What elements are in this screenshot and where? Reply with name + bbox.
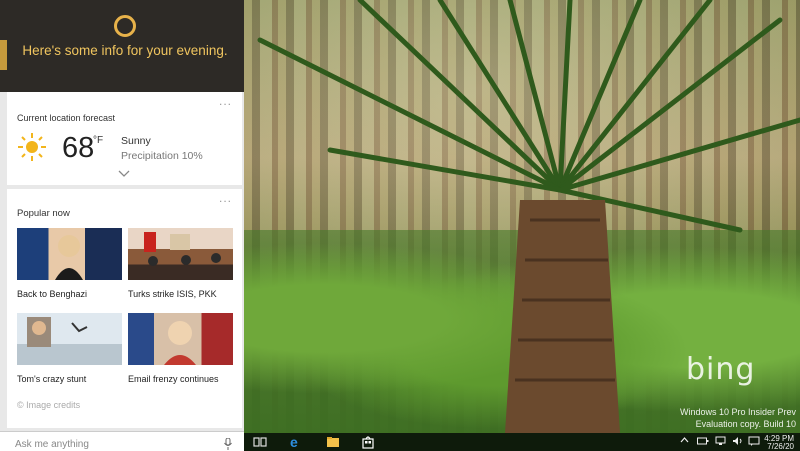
news-thumbnail[interactable] (128, 228, 233, 280)
news-thumbnail[interactable] (17, 313, 122, 365)
news-more-button[interactable]: ... (219, 191, 232, 205)
battery-icon[interactable] (697, 436, 709, 446)
news-headline[interactable]: Turks strike ISIS, PKK (128, 289, 217, 299)
weather-card-title: Current location forecast (17, 113, 116, 123)
palm-trunk (505, 200, 620, 433)
file-explorer-icon[interactable] (326, 435, 340, 449)
news-headline[interactable]: Back to Benghazi (17, 289, 87, 299)
cortana-greeting: Here's some info for your evening. (22, 43, 228, 58)
news-headline[interactable]: Tom's crazy stunt (17, 374, 86, 384)
weather-more-button[interactable]: ... (219, 94, 232, 108)
edge-icon[interactable]: e (289, 435, 303, 449)
taskbar: e 4:29 PM 7/26/20 (244, 433, 800, 451)
image-credits-link[interactable]: © Image credits (17, 400, 80, 410)
news-thumbnail[interactable] (17, 228, 122, 280)
cortana-icon[interactable] (114, 15, 136, 37)
build-watermark: Windows 10 Pro Insider Prev Evaluation c… (680, 406, 796, 430)
precipitation-text: Precipitation 10% (121, 150, 203, 162)
search-input[interactable]: Ask me anything (15, 439, 89, 450)
bing-logo: bing (686, 352, 756, 387)
news-headline[interactable]: Email frenzy continues (128, 374, 219, 384)
volume-icon[interactable] (732, 436, 744, 446)
news-card-title: Popular now (17, 208, 70, 219)
weather-card[interactable]: ... Current location forecast 68 °F Sunn… (7, 92, 242, 185)
temperature-value: 68 (62, 132, 95, 164)
chevron-up-icon[interactable] (680, 436, 689, 444)
clock[interactable]: 4:29 PM 7/26/20 (764, 435, 794, 451)
chevron-down-icon[interactable] (118, 170, 130, 178)
cortana-header: Here's some info for your evening. (0, 0, 244, 92)
clock-date: 7/26/20 (767, 442, 794, 451)
sun-icon (18, 133, 46, 161)
weather-condition: Sunny (121, 135, 151, 147)
news-thumbnail[interactable] (128, 313, 233, 365)
action-center-icon[interactable] (748, 436, 760, 446)
temperature-unit: °F (93, 135, 104, 146)
cortana-panel: Here's some info for your evening. ... C… (0, 0, 244, 451)
news-card: ... Popular now Back to Benghazi Turks s… (7, 189, 242, 428)
microphone-icon[interactable] (224, 438, 232, 450)
watermark-line-1: Windows 10 Pro Insider Prev (679, 407, 796, 417)
cortana-accent-bar (0, 40, 7, 70)
cortana-search-box[interactable]: Ask me anything (0, 431, 244, 451)
watermark-line-2: Evaluation copy. Build 10 (695, 419, 796, 429)
network-icon[interactable] (715, 436, 727, 446)
svg-text:e: e (290, 435, 298, 449)
task-view-icon[interactable] (253, 435, 267, 449)
store-icon[interactable] (361, 435, 375, 449)
